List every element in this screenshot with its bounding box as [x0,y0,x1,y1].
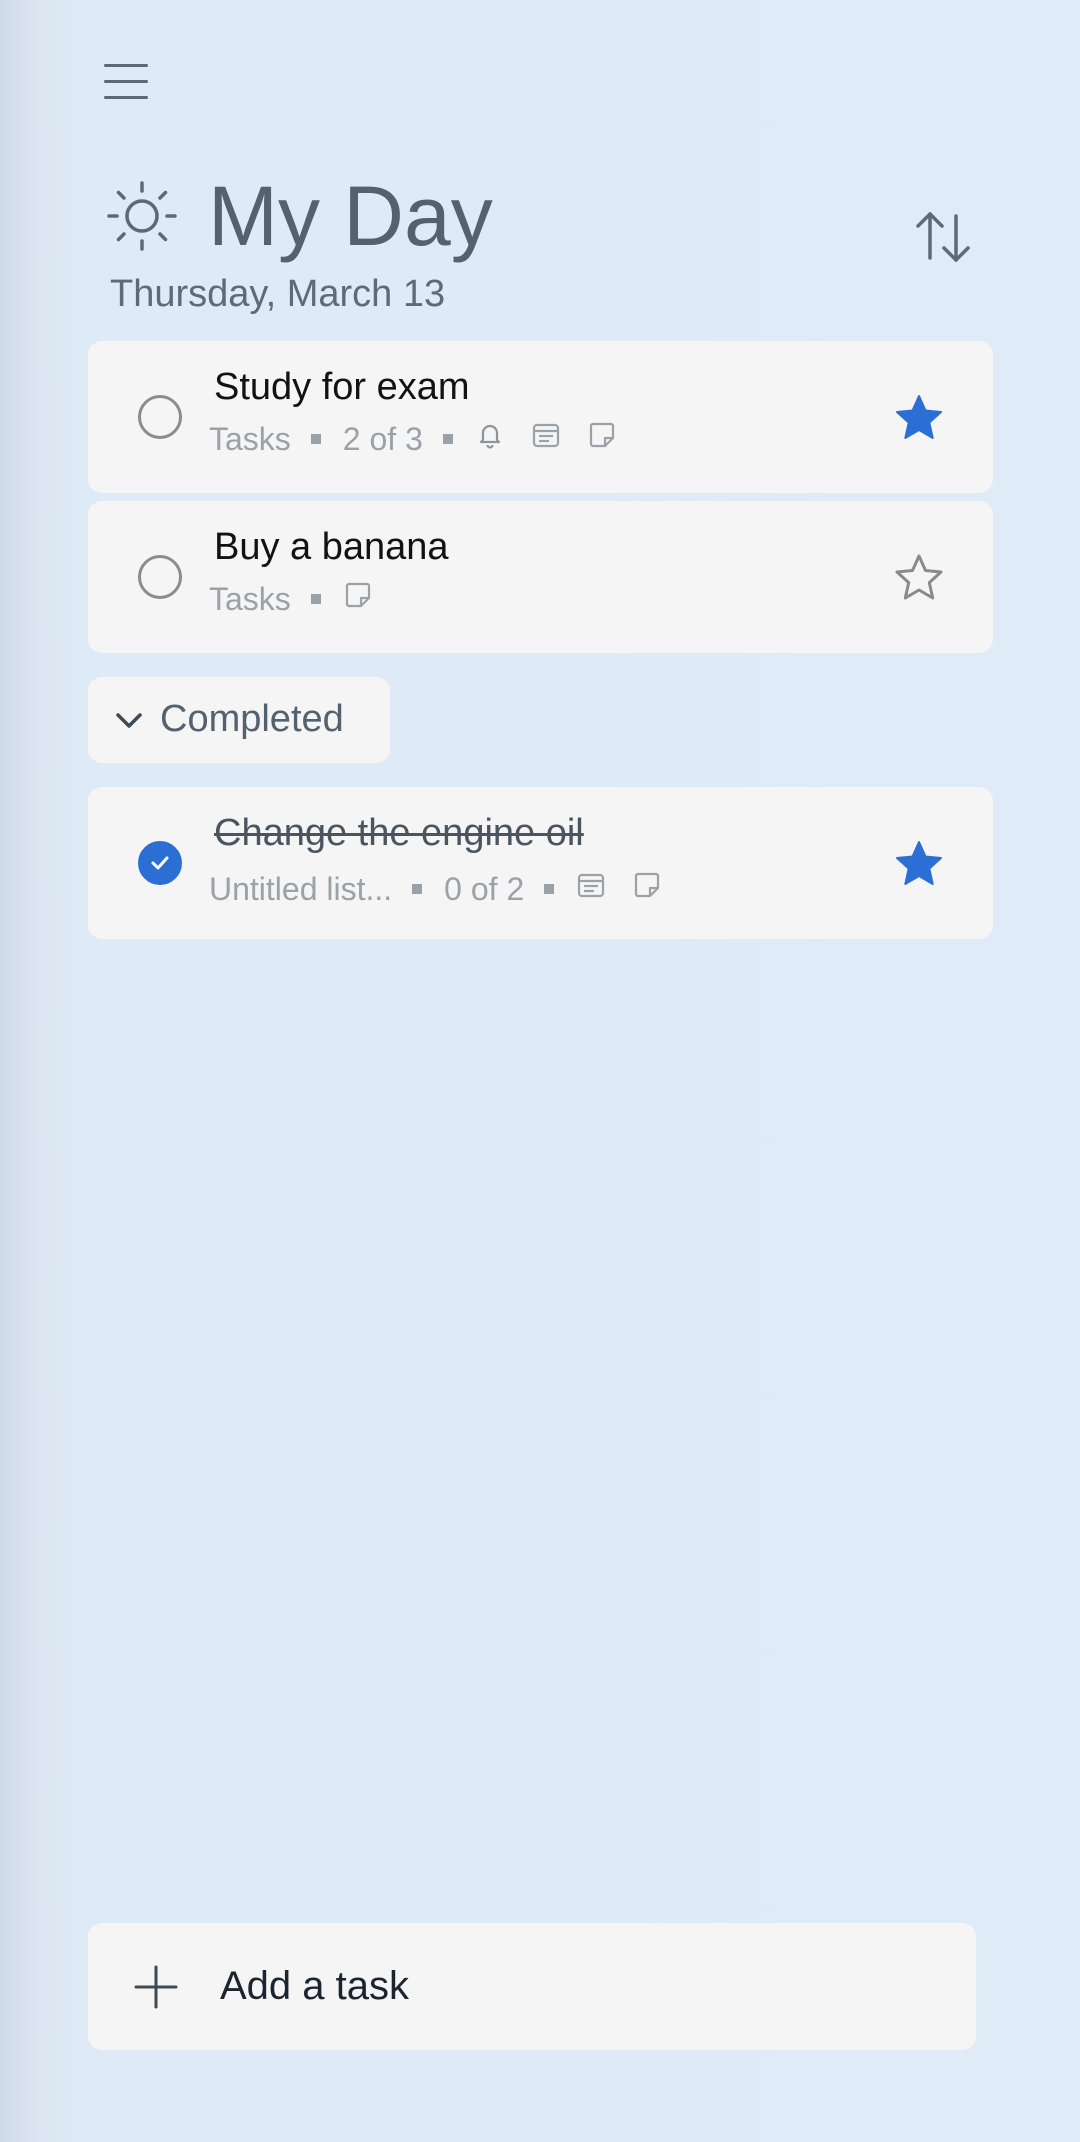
task-title: Change the engine oil [214,812,584,854]
calendar-icon [576,870,606,908]
task-card[interactable]: Buy a banana Tasks [88,501,993,653]
task-meta: Untitled list... 0 of 2 [209,867,688,911]
separator-dot [310,434,321,444]
checkmark-icon [151,856,169,870]
chevron-down-icon [116,713,142,728]
plus-icon [134,1965,178,2009]
note-icon [587,420,617,458]
bell-icon [475,420,505,458]
task-list-name: Tasks [209,420,291,457]
task-title: Study for exam [214,366,470,408]
star-outline-icon[interactable] [894,553,944,603]
task-steps: 2 of 3 [342,420,423,457]
completed-section-toggle[interactable]: Completed [88,677,390,763]
separator-dot [544,884,555,894]
star-filled-icon[interactable] [894,393,944,443]
task-card[interactable]: Change the engine oil Untitled list... 0… [88,787,993,939]
separator-dot [310,594,321,604]
task-list-name: Tasks [209,580,291,617]
date-subtitle: Thursday, March 13 [110,273,446,315]
task-checkbox[interactable] [138,395,182,439]
menu-icon[interactable] [100,60,156,102]
task-meta: Tasks 2 of 3 [209,417,643,461]
sort-icon[interactable] [912,206,974,268]
calendar-icon [531,420,561,458]
task-list-name: Untitled list... [209,870,393,907]
sun-icon [106,180,178,252]
task-meta: Tasks [209,577,399,621]
note-icon [632,870,662,908]
add-task-label: Add a task [220,1964,410,2008]
task-card[interactable]: Study for exam Tasks 2 of 3 [88,341,993,493]
note-icon [343,580,373,618]
task-title: Buy a banana [214,526,449,568]
page-title: My Day [208,169,493,263]
task-checkbox-checked[interactable] [138,841,182,885]
star-filled-icon[interactable] [894,839,944,889]
separator-dot [442,434,453,444]
task-checkbox[interactable] [138,555,182,599]
completed-section-label: Completed [160,698,344,740]
task-steps: 0 of 2 [444,870,525,907]
separator-dot [412,884,423,894]
add-task-button[interactable]: Add a task [88,1923,976,2050]
